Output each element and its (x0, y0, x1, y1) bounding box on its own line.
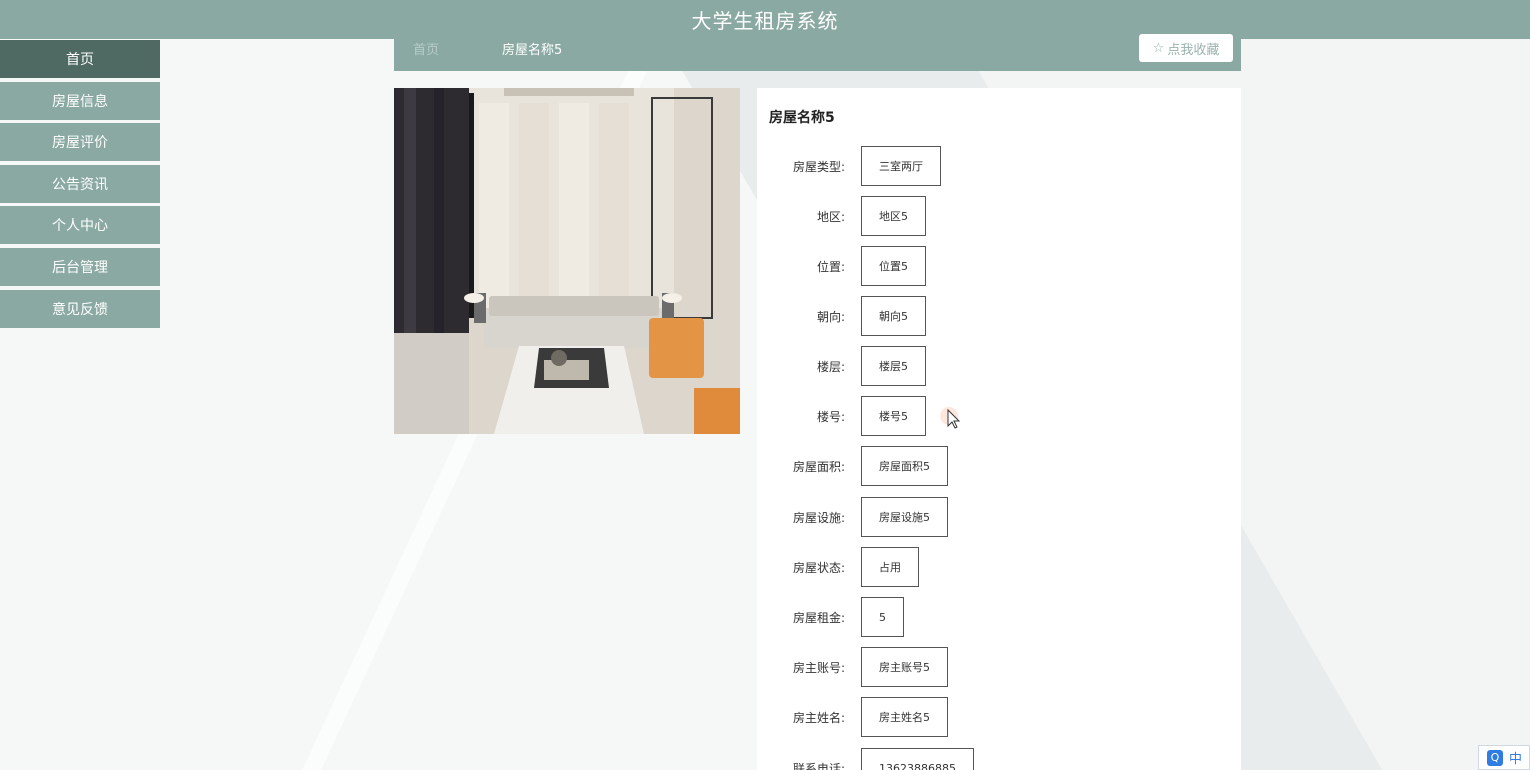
field-label: 房屋类型: (792, 160, 845, 174)
field-label: 地区: (816, 210, 845, 224)
sidebar-item-profile[interactable]: 个人中心 (0, 206, 160, 245)
field-label: 楼层: (816, 360, 845, 374)
search-icon: Q (1487, 749, 1503, 766)
sidebar-item-feedback[interactable]: 意见反馈 (0, 289, 160, 328)
sidebar-item-house-info[interactable]: 房屋信息 (0, 81, 160, 120)
field-label: 房屋租金: (792, 611, 845, 625)
field-label: 房主姓名: (792, 711, 845, 725)
field-value: 三室两厅 (861, 146, 941, 186)
field-value: 楼层5 (861, 346, 926, 386)
field-row-region: 地区: 地区5 (757, 196, 1241, 236)
house-name: 房屋名称5 (769, 110, 835, 126)
field-row-status: 房屋状态: 占用 (757, 547, 1241, 587)
field-label: 联系电话: (792, 762, 845, 770)
field-row-facilities: 房屋设施: 房屋设施5 (757, 497, 1241, 537)
field-row-house-type: 房屋类型: 三室两厅 (757, 146, 1241, 186)
field-label: 房主账号: (792, 661, 845, 675)
sidebar-item-admin[interactable]: 后台管理 (0, 247, 160, 286)
field-value: 朝向5 (861, 296, 926, 336)
field-label: 房屋面积: (792, 460, 845, 474)
field-row-floor: 楼层: 楼层5 (757, 346, 1241, 386)
breadcrumb: 首页 房屋名称5 ☆ 点我收藏 (394, 30, 1241, 71)
sidebar-nav: 首页 房屋信息 房屋评价 公告资讯 个人中心 后台管理 意见反馈 (0, 40, 160, 331)
breadcrumb-current: 房屋名称5 (502, 43, 563, 58)
house-detail-panel: 房屋名称5 房屋类型: 三室两厅 地区: 地区5 位置: 位置5 朝向: 朝向5… (757, 88, 1241, 770)
ime-mode: 中 (1509, 752, 1523, 767)
house-photo (394, 88, 740, 434)
field-value: 房主姓名5 (861, 697, 948, 737)
field-row-area: 房屋面积: 房屋面积5 (757, 446, 1241, 486)
field-row-owner-name: 房主姓名: 房主姓名5 (757, 697, 1241, 737)
field-value: 13623886885 (861, 748, 974, 770)
mouse-pointer-icon (940, 407, 961, 429)
field-value: 5 (861, 597, 904, 637)
field-row-phone: 联系电话: 13623886885 (757, 748, 1241, 770)
ime-tray[interactable]: Q 中 (1478, 745, 1530, 770)
sidebar-item-announcements[interactable]: 公告资讯 (0, 164, 160, 203)
sidebar-item-house-review[interactable]: 房屋评价 (0, 123, 160, 162)
field-row-owner-account: 房主账号: 房主账号5 (757, 647, 1241, 687)
sidebar-item-home[interactable]: 首页 (0, 40, 160, 78)
field-value: 地区5 (861, 196, 926, 236)
favorite-button-label: 点我收藏 (1167, 42, 1220, 58)
field-value: 位置5 (861, 246, 926, 286)
field-row-orientation: 朝向: 朝向5 (757, 296, 1241, 336)
field-value: 房屋面积5 (861, 446, 948, 486)
field-value: 房主账号5 (861, 647, 948, 687)
breadcrumb-home-link[interactable]: 首页 (413, 39, 439, 58)
field-row-building: 楼号: 楼号5 (757, 396, 1241, 436)
field-label: 房屋状态: (792, 561, 845, 575)
star-outline-icon: ☆ (1152, 40, 1165, 56)
field-value: 楼号5 (861, 396, 926, 436)
field-value: 房屋设施5 (861, 497, 948, 537)
favorite-button[interactable]: ☆ 点我收藏 (1139, 34, 1233, 62)
field-row-location: 位置: 位置5 (757, 246, 1241, 286)
field-value: 占用 (861, 547, 919, 587)
field-label: 朝向: (816, 310, 845, 324)
field-row-rent: 房屋租金: 5 (757, 597, 1241, 637)
field-label: 位置: (816, 260, 845, 274)
field-label: 房屋设施: (792, 511, 845, 525)
field-label: 楼号: (816, 410, 845, 424)
